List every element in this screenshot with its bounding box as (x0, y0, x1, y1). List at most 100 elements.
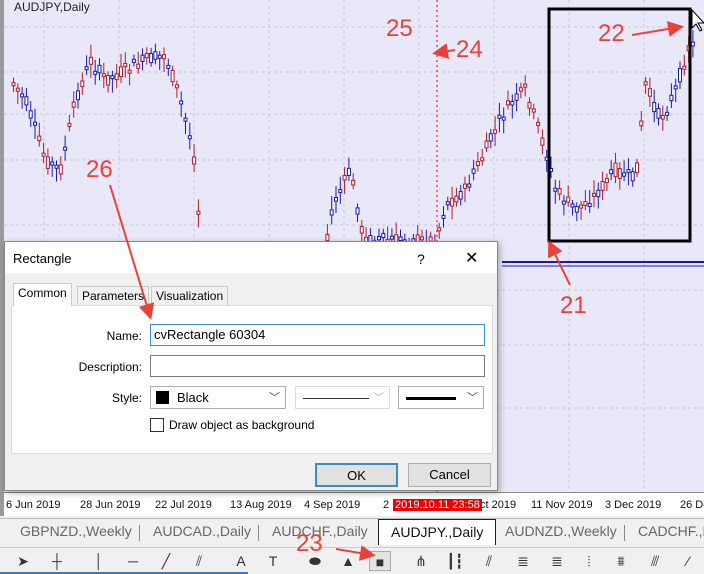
trendline-icon[interactable]: ╱ (155, 551, 177, 571)
pitchfork-icon[interactable]: ⋔ (410, 551, 432, 571)
candle-body (398, 236, 403, 242)
gann-line-icon[interactable]: ⫽ (478, 551, 500, 571)
crosshair-icon[interactable]: ┼ (46, 551, 68, 571)
candle-body (463, 183, 467, 189)
candle-body (170, 69, 175, 83)
chevron-down-icon: ﹀ (467, 392, 478, 404)
candle-body (149, 53, 154, 64)
candle-body (377, 236, 381, 241)
candle-body (604, 178, 609, 184)
candle-body (196, 210, 201, 215)
tab-visualization[interactable]: Visualization (151, 286, 229, 306)
text-label-icon[interactable]: T (262, 551, 284, 571)
candle-body (11, 82, 16, 87)
description-input[interactable] (150, 355, 485, 377)
candle-body (553, 187, 558, 192)
tab-common[interactable]: Common (13, 283, 72, 306)
candle-body (325, 233, 330, 242)
tab-cadchf[interactable]: CADCHF.,D (638, 523, 704, 539)
rectangle-properties-dialog: Rectangle ? ✕ Common Parameters Visualiz… (4, 241, 498, 491)
gann-fan-icon[interactable]: ⫻ (644, 551, 666, 571)
candle-body (506, 100, 510, 106)
name-input[interactable]: cvRectangle 60304 (150, 324, 485, 346)
cycle-lines-icon[interactable]: ┃┇ (444, 551, 466, 571)
candle-body (570, 203, 575, 208)
candle-body (596, 189, 601, 198)
fibo-retracement-icon[interactable]: ≣ (512, 551, 534, 571)
rectangle-icon[interactable]: ■ (369, 551, 391, 571)
color-select[interactable]: Black ﹀ (150, 386, 286, 409)
candle-body (484, 140, 489, 149)
ok-button[interactable]: OK (315, 463, 398, 487)
tab-gbpnzd[interactable]: GBPNZD.,Weekly (20, 523, 132, 539)
tab-parameters[interactable]: Parameters (77, 286, 150, 306)
candle-body (114, 73, 119, 81)
fibo-time-icon[interactable]: ⦙ (578, 551, 600, 571)
text-icon[interactable]: A (230, 551, 252, 571)
background-checkbox[interactable] (150, 418, 164, 432)
time-tick: 26 De (680, 499, 704, 511)
gann-grid-icon[interactable]: ⩩ (610, 551, 632, 571)
fibo-arcs-icon[interactable]: ≣ (546, 551, 568, 571)
candle-body (454, 195, 459, 203)
candle-body (71, 101, 76, 108)
candle-body (183, 117, 188, 122)
candle-body (24, 96, 29, 106)
horizontal-line-icon[interactable]: ─ (122, 551, 144, 571)
help-button[interactable]: ? (417, 251, 425, 267)
candle-body (656, 108, 661, 119)
tab-audnzd[interactable]: AUDNZD.,Weekly (505, 523, 617, 539)
candle-body (583, 201, 588, 206)
color-value: Black (177, 390, 209, 405)
fibo-channel-icon[interactable]: ⁄ (677, 551, 699, 571)
time-tick: 4 Sep 2019 (304, 499, 361, 511)
tab-audcad[interactable]: AUDCAD.,Daily (153, 523, 251, 539)
vertical-line-icon[interactable]: │ (88, 551, 110, 571)
tab-separator (139, 525, 140, 541)
candle-body (441, 214, 446, 219)
candle-body (84, 66, 89, 71)
candle-body (536, 121, 541, 126)
dialog-title: Rectangle (13, 251, 72, 266)
close-button[interactable]: ✕ (465, 248, 478, 268)
cancel-button[interactable]: Cancel (408, 463, 491, 487)
tab-separator (258, 525, 259, 541)
candle-body (566, 196, 571, 203)
candle-body (351, 179, 356, 186)
candle-body (80, 80, 85, 88)
candle-body (420, 236, 424, 241)
candle-body (665, 111, 670, 116)
annotation-label: 26 (86, 156, 113, 183)
background-label: Draw object as background (169, 418, 315, 432)
tab-audjpy[interactable]: AUDJPY.,Daily (378, 519, 497, 545)
candle-body (488, 133, 493, 142)
annotation-label: 24 (456, 36, 483, 63)
candle-body (101, 73, 106, 78)
line-style-select[interactable]: ﹀ (295, 386, 390, 409)
chart-tabs: GBPNZD.,Weekly AUDCAD.,Daily AUDCHF.,Dai… (0, 518, 704, 546)
cursor-icon[interactable]: ➤ (12, 551, 34, 571)
candle-body (119, 66, 123, 77)
channel-icon[interactable]: ⫽ (188, 551, 210, 571)
candle-body (338, 189, 343, 194)
candle-body (592, 192, 596, 197)
candle-body (63, 146, 68, 151)
description-label: Description: (78, 360, 142, 374)
candle-body (652, 102, 657, 113)
dialog-titlebar[interactable]: Rectangle ? ✕ (5, 242, 497, 273)
candle-body (106, 74, 111, 86)
candle-body (579, 204, 584, 209)
triangle-icon[interactable]: ▲ (337, 551, 359, 571)
candle-body (58, 164, 63, 175)
candle-body (437, 227, 442, 232)
candle-body (127, 69, 132, 74)
candle-body (682, 65, 687, 70)
time-tick: ct 2019 (480, 499, 517, 511)
candle-body (471, 168, 476, 174)
common-panel: Name: cvRectangle 60304 Description: Sty… (11, 305, 493, 454)
candle-body (458, 190, 463, 200)
line-width-select[interactable]: ﹀ (398, 386, 484, 409)
candle-body (381, 232, 386, 239)
chevron-down-icon: ﹀ (269, 392, 280, 404)
candle-body (140, 54, 145, 62)
